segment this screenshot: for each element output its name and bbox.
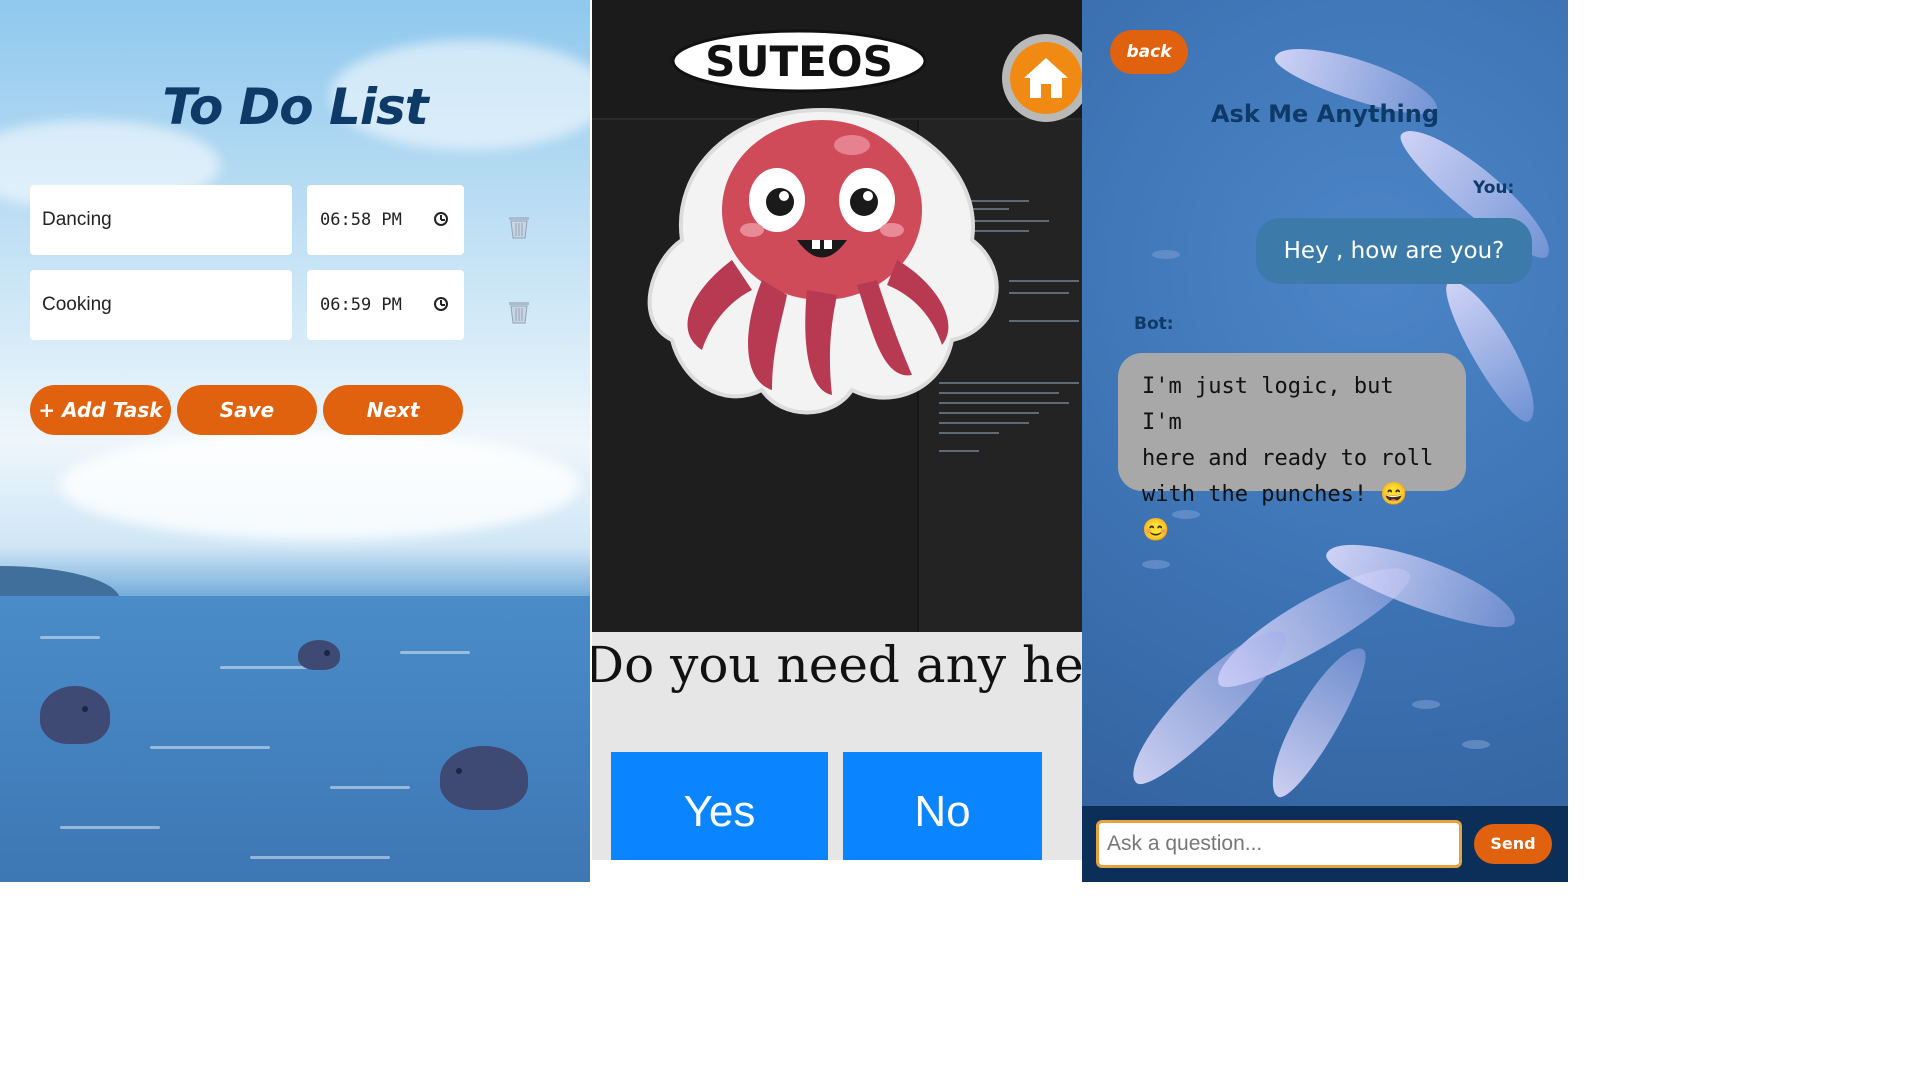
bot-message-line: with the punches! 😄 😊 xyxy=(1142,482,1408,543)
seal xyxy=(40,686,110,744)
clock-icon[interactable] xyxy=(434,212,448,226)
bot-message: I'm just logic, but I'm here and ready t… xyxy=(1118,353,1466,543)
task-row: Dancing 06:58 PM xyxy=(30,185,550,255)
clock-icon[interactable] xyxy=(434,297,448,311)
next-button[interactable]: Next xyxy=(323,385,463,435)
yes-button[interactable]: Yes xyxy=(611,752,828,860)
cloud xyxy=(60,430,580,540)
back-button[interactable]: back xyxy=(1110,30,1188,74)
bot-message-line: I'm just logic, but I'm xyxy=(1142,374,1394,435)
trash-icon[interactable] xyxy=(508,215,530,239)
add-task-button[interactable]: + Add Task xyxy=(30,385,171,435)
todo-panel: To Do List Dancing 06:58 PM Cooking 06:5… xyxy=(0,0,590,882)
island xyxy=(0,566,120,600)
send-button[interactable]: Send xyxy=(1474,824,1552,864)
blank-strip xyxy=(592,860,1082,882)
task-time-input[interactable]: 06:59 PM xyxy=(307,270,464,340)
question-input[interactable] xyxy=(1096,820,1462,868)
helper-panel: SUTEOS Do you need any help? Yes No xyxy=(592,0,1082,882)
chat-panel: back Ask Me Anything You: Hey , how are … xyxy=(1082,0,1568,882)
trash-icon[interactable] xyxy=(508,300,530,324)
user-message: Hey , how are you? xyxy=(1256,218,1532,284)
page-title: To Do List xyxy=(162,78,428,136)
save-button[interactable]: Save xyxy=(177,385,317,435)
you-label: You: xyxy=(1473,178,1515,198)
logo-text: SUTEOS xyxy=(705,37,893,86)
suteos-logo: SUTEOS xyxy=(671,29,927,93)
task-name-input[interactable]: Cooking xyxy=(30,270,292,340)
task-time-value: 06:59 PM xyxy=(320,295,402,315)
fish xyxy=(1115,613,1299,797)
task-time-input[interactable]: 06:58 PM xyxy=(307,185,464,255)
task-time-value: 06:58 PM xyxy=(320,210,402,230)
seal xyxy=(440,746,528,810)
help-question: Do you need any help? xyxy=(592,636,1082,694)
seal xyxy=(298,640,340,670)
chat-title: Ask Me Anything xyxy=(1210,100,1440,128)
bot-label: Bot: xyxy=(1134,314,1174,334)
octopus-mascot xyxy=(647,107,999,415)
no-button[interactable]: No xyxy=(843,752,1042,860)
task-name-input[interactable]: Dancing xyxy=(30,185,292,255)
bot-message-line: here and ready to roll xyxy=(1142,446,1434,471)
task-row: Cooking 06:59 PM xyxy=(30,270,550,340)
